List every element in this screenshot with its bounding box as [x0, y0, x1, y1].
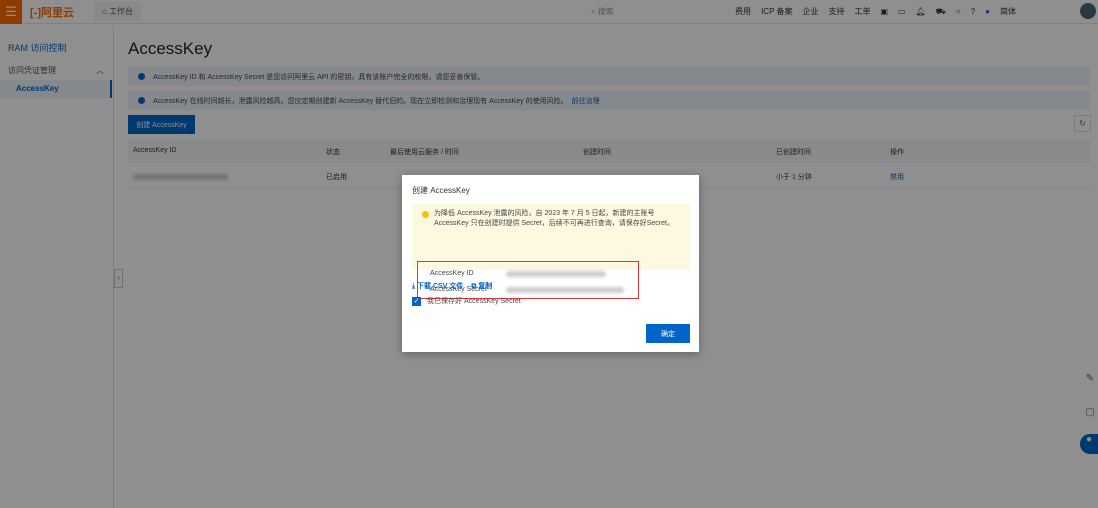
saved-checkbox[interactable]: ✓ 我已保存好 AccessKey Secret	[412, 296, 521, 306]
warning-text: 为降低 AccessKey 泄露的风险，自 2023 年 7 月 5 日起，新建…	[434, 210, 674, 227]
checkmark-icon[interactable]: ✓	[412, 296, 421, 306]
key-highlight-box: AccessKey ID AccessKey Secret	[417, 261, 639, 299]
masked-secret-value	[506, 287, 624, 293]
id-label: AccessKey ID	[430, 270, 474, 277]
copy-label: 复制	[478, 283, 493, 290]
ok-button[interactable]: 确定	[646, 324, 690, 343]
copy-link[interactable]: ⧉ 复制	[471, 281, 492, 291]
download-csv-link[interactable]: ⤓ 下载 CSV 文件	[412, 281, 463, 291]
dialog-title: 创建 AccessKey	[412, 186, 470, 195]
masked-id-value	[506, 271, 606, 277]
checkbox-label: 我已保存好 AccessKey Secret	[427, 298, 521, 305]
warning-icon	[422, 211, 429, 218]
download-label: 下载 CSV 文件	[417, 283, 464, 290]
create-accesskey-dialog: 创建 AccessKey 为降低 AccessKey 泄露的风险，自 2023 …	[402, 175, 699, 352]
warning-panel: 为降低 AccessKey 泄露的风险，自 2023 年 7 月 5 日起，新建…	[412, 204, 690, 299]
